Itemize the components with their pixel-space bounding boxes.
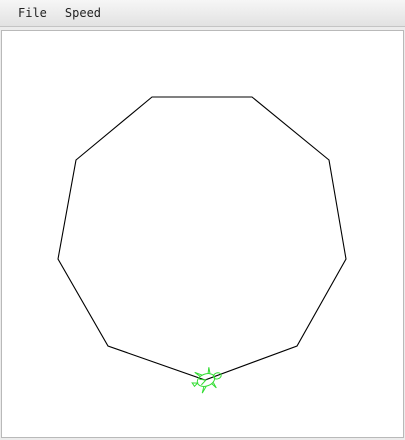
nonagon-path [57, 96, 347, 381]
menu-speed[interactable]: Speed [56, 0, 110, 27]
menu-file[interactable]: File [0, 0, 56, 27]
menu-bar: File Speed [0, 0, 405, 27]
turtle-graphics-window: File Speed [0, 0, 405, 440]
drawing-surface [57, 96, 347, 394]
turtle-icon [191, 367, 222, 394]
drawing-canvas[interactable] [1, 30, 404, 438]
